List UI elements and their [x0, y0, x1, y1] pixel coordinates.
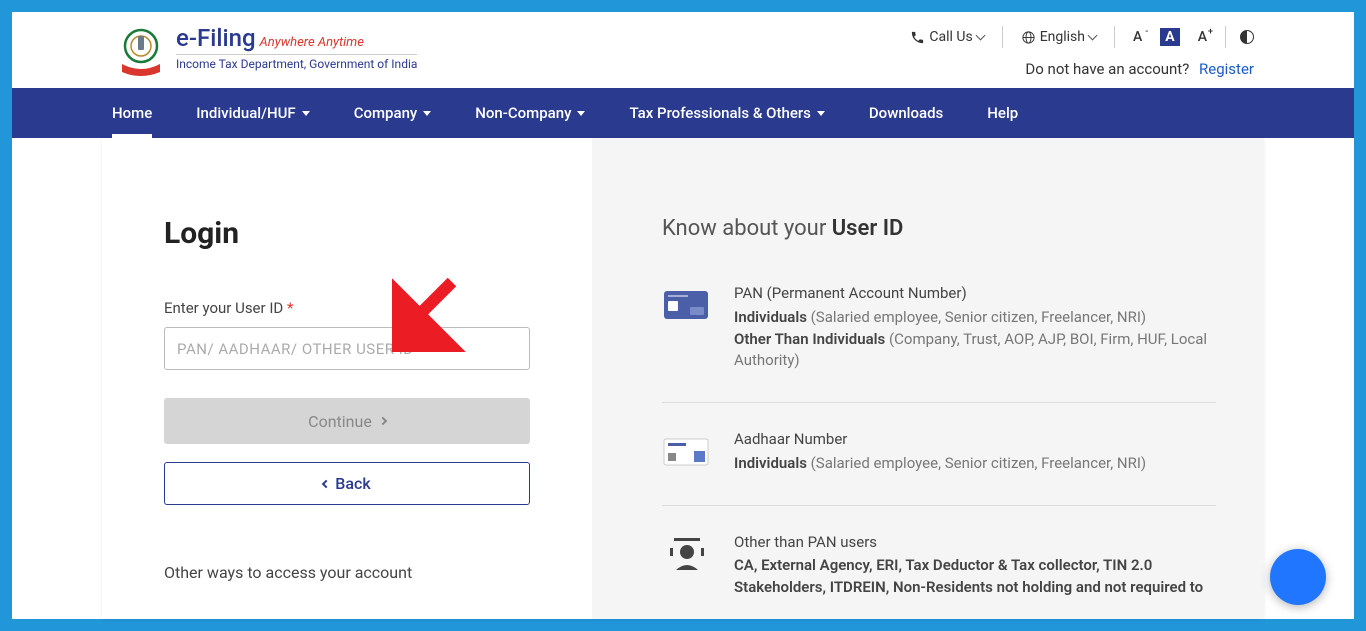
nav-company[interactable]: Company [354, 88, 432, 138]
logo-text: e-Filing Anywhere Anytime Income Tax Dep… [176, 24, 417, 71]
language-button[interactable]: English [1017, 29, 1100, 45]
contrast-icon[interactable] [1240, 30, 1254, 44]
info-panel: Know about your User ID PAN (Permanent A… [592, 138, 1264, 619]
chevron-right-icon [379, 417, 387, 425]
main-nav: Home Individual/HUF Company Non-Company … [12, 88, 1354, 138]
info-row-aadhaar: Aadhaar Number Individuals (Salaried emp… [662, 429, 1216, 506]
login-title: Login [164, 216, 530, 251]
logo-tagline: Anywhere Anytime [260, 35, 364, 50]
header-tools: Call Us English A A A [906, 26, 1254, 48]
call-us-button[interactable]: Call Us [906, 29, 987, 45]
globe-icon [1021, 30, 1036, 45]
chevron-down-icon [423, 111, 431, 116]
chevron-down-icon [577, 111, 585, 116]
nav-individual[interactable]: Individual/HUF [196, 88, 309, 138]
userid-label: Enter your User ID * [164, 299, 530, 317]
other-ways-label: Other ways to access your account [164, 563, 530, 582]
back-button[interactable]: Back [164, 462, 530, 505]
info-title: Know about your User ID [662, 216, 1216, 241]
nav-taxpro[interactable]: Tax Professionals & Others [629, 88, 824, 138]
logo-subtitle: Income Tax Department, Government of Ind… [176, 54, 417, 71]
info-row-pan: PAN (Permanent Account Number) Individua… [662, 283, 1216, 403]
other-users-icon [662, 536, 712, 576]
chevron-down-icon [975, 31, 985, 41]
nav-help[interactable]: Help [987, 88, 1018, 138]
info-row-other: Other than PAN users CA, External Agency… [662, 532, 1216, 599]
continue-button[interactable]: Continue [164, 398, 530, 444]
phone-icon [910, 30, 925, 45]
chevron-down-icon [1088, 31, 1098, 41]
chevron-down-icon [302, 111, 310, 116]
logo-main: e-Filing [176, 24, 256, 52]
logo-emblem-icon [112, 24, 170, 82]
pan-card-icon [662, 287, 712, 327]
header: e-Filing Anywhere Anytime Income Tax Dep… [12, 12, 1354, 88]
font-normal-button[interactable]: A [1160, 28, 1179, 46]
call-us-label: Call Us [929, 29, 972, 45]
aadhaar-card-icon [662, 433, 712, 473]
nav-home[interactable]: Home [112, 88, 152, 138]
font-increase-button[interactable]: A [1194, 29, 1211, 45]
main-content: Login Enter your User ID * Continue Back… [102, 138, 1264, 619]
chevron-left-icon [322, 479, 330, 487]
language-label: English [1040, 29, 1085, 45]
chat-fab-button[interactable] [1270, 549, 1326, 605]
userid-input[interactable] [164, 327, 530, 370]
register-prompt: Do not have an account? Register [1025, 60, 1254, 78]
font-decrease-button[interactable]: A [1129, 29, 1146, 45]
logo[interactable]: e-Filing Anywhere Anytime Income Tax Dep… [112, 20, 417, 82]
nav-noncompany[interactable]: Non-Company [475, 88, 585, 138]
login-panel: Login Enter your User ID * Continue Back… [102, 138, 592, 619]
nav-downloads[interactable]: Downloads [869, 88, 943, 138]
register-link[interactable]: Register [1199, 60, 1254, 78]
chevron-down-icon [817, 111, 825, 116]
